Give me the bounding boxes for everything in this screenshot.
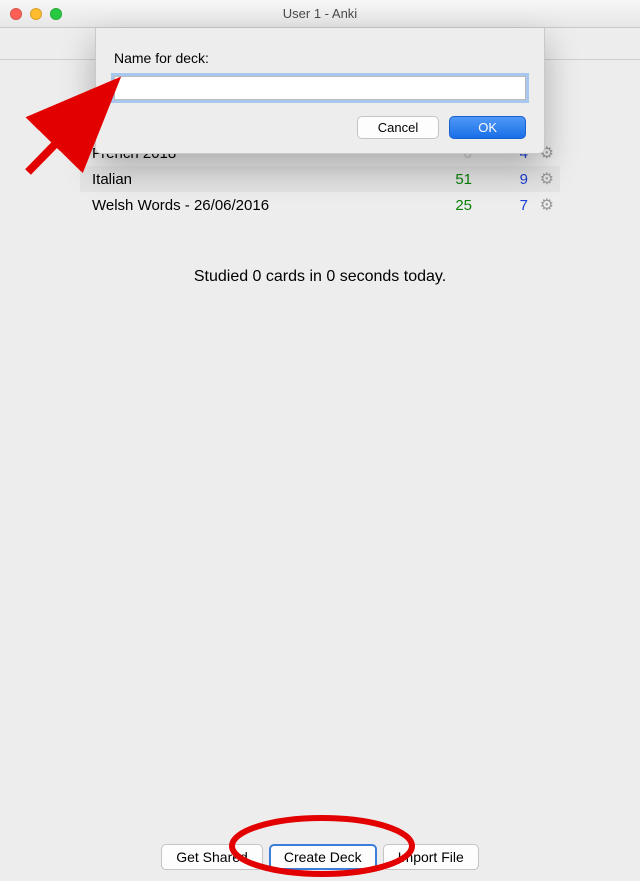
window-controls [10,8,62,20]
deck-new-count: 9 [472,171,528,188]
deck-due-count: 51 [416,171,472,188]
deck-name[interactable]: Italian [92,171,416,188]
bottom-bar: Get Shared Create Deck Import File [0,844,640,870]
create-deck-button[interactable]: Create Deck [269,844,377,870]
deck-name-input[interactable] [114,76,526,100]
get-shared-button[interactable]: Get Shared [161,844,263,870]
minimize-icon[interactable] [30,8,42,20]
close-icon[interactable] [10,8,22,20]
cancel-button[interactable]: Cancel [357,116,439,139]
ok-button[interactable]: OK [449,116,526,139]
name-deck-dialog: Name for deck: Cancel OK [95,28,545,154]
studied-summary: Studied 0 cards in 0 seconds today. [0,268,640,286]
deck-row[interactable]: Welsh Words - 26/06/2016257⚙ [80,192,560,218]
gear-icon[interactable]: ⚙ [528,195,554,215]
deck-new-count: 7 [472,197,528,214]
import-file-button[interactable]: Import File [383,844,479,870]
deck-name[interactable]: Welsh Words - 26/06/2016 [92,197,416,214]
maximize-icon[interactable] [50,8,62,20]
dialog-buttons: Cancel OK [114,116,526,139]
deck-row[interactable]: Italian519⚙ [80,166,560,192]
gear-icon[interactable]: ⚙ [528,169,554,189]
window-title: User 1 - Anki [283,6,357,21]
titlebar: User 1 - Anki [0,0,640,28]
deck-due-count: 25 [416,197,472,214]
dialog-label: Name for deck: [114,50,526,66]
